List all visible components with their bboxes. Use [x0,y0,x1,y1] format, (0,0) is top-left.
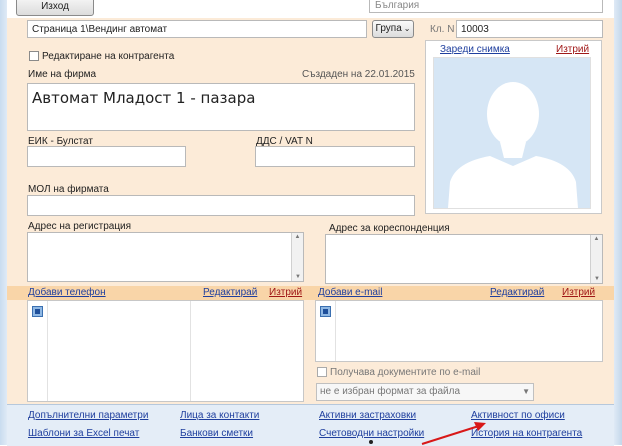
additional-params-link[interactable]: Допълнителни параметри [28,410,148,421]
company-name-label: Име на фирма [28,69,97,80]
email-list[interactable] [315,300,603,362]
phone-row-icon[interactable] [32,306,43,317]
add-email-link[interactable]: Добави e-mail [318,287,382,298]
excel-templates-link[interactable]: Шаблони за Excel печат [28,428,139,439]
edit-checkbox[interactable] [29,51,39,61]
load-photo-link[interactable]: Зареди снимка [440,44,510,55]
mol-input[interactable] [27,195,415,216]
correspondence-address-input[interactable] [325,234,603,284]
email-row-icon[interactable] [320,306,331,317]
photo-frame [433,57,591,209]
company-name-value: Автомат Младост 1 - пазара [32,89,256,107]
dropdown-arrow-icon: ▼ [522,387,530,396]
delete-email-link[interactable]: Изтрий [562,287,595,298]
created-date: Създаден на 22.01.2015 [302,69,415,80]
edit-checkbox-label: Редактиране на контрагента [42,51,175,62]
window-frame-right [614,0,622,445]
window-frame-left [0,0,7,445]
code-label: Кл. N [430,24,455,35]
company-name-input[interactable]: Автомат Младост 1 - пазара [27,83,415,131]
scroll-up-icon[interactable]: ▲ [591,235,602,243]
country-select[interactable]: България [369,0,603,13]
code-value: 10003 [461,24,489,35]
page-path-text: Страница 1\Вендинг автомат [32,24,168,35]
red-arrow-icon [421,422,486,445]
add-phone-link[interactable]: Добави телефон [28,287,106,298]
active-insurance-link[interactable]: Активни застраховки [319,410,416,421]
registration-address-input[interactable] [27,232,304,282]
edit-phone-link[interactable]: Редактирай [203,287,257,298]
bank-accounts-link[interactable]: Банкови сметки [180,428,253,439]
receives-email-label: Получава документите по e-mail [330,367,481,378]
email-list-divider [335,301,336,361]
country-value: България [375,0,420,11]
code-field[interactable]: 10003 [456,20,603,38]
chevron-down-icon: ⌄ [403,24,411,33]
file-format-select[interactable]: не е избран формат за файла ▼ [316,383,534,401]
eik-input[interactable] [27,146,186,167]
page-path-field[interactable]: Страница 1\Вендинг автомат [27,20,367,38]
vat-input[interactable] [255,146,415,167]
contact-persons-link[interactable]: Лица за контакти [180,410,259,421]
scroll-down-icon[interactable]: ▼ [292,273,304,281]
edit-email-link[interactable]: Редактирай [490,287,544,298]
mol-label: МОЛ на фирмата [28,184,109,195]
file-format-value: не е избран формат за файла [320,386,461,397]
receives-email-checkbox[interactable] [317,367,327,377]
delete-photo-link[interactable]: Изтрий [556,44,589,55]
group-button-label: Група [375,23,402,34]
correspondence-scrollbar[interactable]: ▲ ▼ [590,235,602,283]
correspondence-address-label: Адрес за кореспонденция [329,223,450,234]
registration-scrollbar[interactable]: ▲ ▼ [291,233,303,281]
cursor-dot [369,440,373,444]
exit-button[interactable]: Изход [16,0,94,16]
phone-list-divider [190,301,191,401]
registration-address-label: Адрес на регистрация [28,221,132,232]
phone-list[interactable] [27,300,304,402]
phone-list-divider [47,301,48,401]
scroll-up-icon[interactable]: ▲ [292,233,303,241]
group-button[interactable]: Група ⌄ [372,20,414,38]
accounting-settings-link[interactable]: Счетоводни настройки [319,428,424,439]
delete-phone-link[interactable]: Изтрий [269,287,302,298]
scroll-down-icon[interactable]: ▼ [591,275,603,283]
avatar-silhouette-icon [434,58,590,208]
